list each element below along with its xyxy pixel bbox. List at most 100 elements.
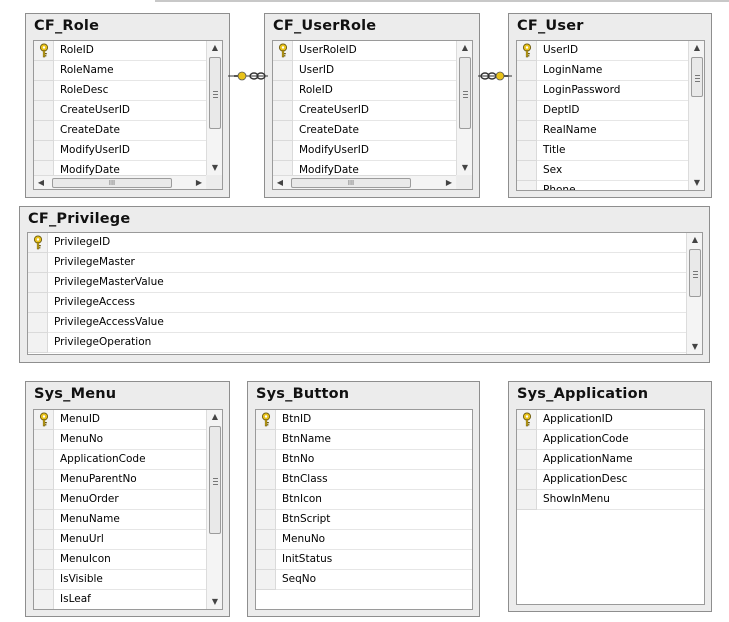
row-selector[interactable] bbox=[517, 121, 537, 141]
scroll-thumb[interactable] bbox=[691, 57, 703, 97]
row-selector[interactable] bbox=[256, 510, 276, 530]
column-row[interactable]: PrivilegeAccess bbox=[28, 293, 686, 313]
row-selector[interactable] bbox=[517, 430, 537, 450]
column-row[interactable]: MenuNo bbox=[256, 530, 472, 550]
column-row[interactable]: MenuParentNo bbox=[34, 470, 206, 490]
row-selector[interactable] bbox=[28, 293, 48, 313]
column-row[interactable]: IsLeaf bbox=[34, 590, 206, 609]
column-row[interactable]: BtnIcon bbox=[256, 490, 472, 510]
column-row[interactable]: BtnScript bbox=[256, 510, 472, 530]
row-selector[interactable] bbox=[256, 430, 276, 450]
scroll-down-icon[interactable]: ▼ bbox=[687, 340, 702, 354]
scroll-down-icon[interactable]: ▼ bbox=[457, 161, 472, 175]
row-selector[interactable] bbox=[256, 410, 276, 430]
scroll-up-icon[interactable]: ▲ bbox=[207, 410, 222, 424]
row-selector[interactable] bbox=[28, 313, 48, 333]
column-row[interactable]: PrivilegeOperation bbox=[28, 333, 686, 353]
column-row[interactable]: ApplicationCode bbox=[517, 430, 704, 450]
row-selector[interactable] bbox=[273, 141, 293, 161]
scroll-left-icon[interactable]: ◀ bbox=[34, 176, 48, 189]
table-cf-user[interactable]: CF_User UserID LoginName LoginPassword Dept… bbox=[508, 13, 712, 198]
scroll-right-icon[interactable]: ▶ bbox=[192, 176, 206, 189]
column-row[interactable]: RoleName bbox=[34, 61, 206, 81]
column-row[interactable]: SeqNo bbox=[256, 570, 472, 590]
row-selector[interactable] bbox=[34, 510, 54, 530]
column-row[interactable]: InitStatus bbox=[256, 550, 472, 570]
row-selector[interactable] bbox=[517, 41, 537, 61]
relationship-userrole-user[interactable] bbox=[478, 66, 512, 86]
column-row[interactable]: IsVisible bbox=[34, 570, 206, 590]
scroll-right-icon[interactable]: ▶ bbox=[442, 176, 456, 189]
column-row[interactable]: Title bbox=[517, 141, 688, 161]
row-selector[interactable] bbox=[256, 450, 276, 470]
row-selector[interactable] bbox=[256, 530, 276, 550]
horizontal-scroll-thumb[interactable]: III bbox=[291, 178, 411, 188]
column-row[interactable]: LoginName bbox=[517, 61, 688, 81]
row-selector[interactable] bbox=[34, 81, 54, 101]
row-selector[interactable] bbox=[517, 141, 537, 161]
column-row[interactable]: MenuIcon bbox=[34, 550, 206, 570]
column-row[interactable]: RoleID bbox=[273, 81, 456, 101]
column-row[interactable]: UserID bbox=[517, 41, 688, 61]
column-row[interactable]: RealName bbox=[517, 121, 688, 141]
row-selector[interactable] bbox=[517, 161, 537, 181]
column-row[interactable]: MenuID bbox=[34, 410, 206, 430]
scroll-thumb[interactable] bbox=[209, 426, 221, 534]
column-row[interactable]: PrivilegeMasterValue bbox=[28, 273, 686, 293]
row-selector[interactable] bbox=[517, 450, 537, 470]
column-row[interactable]: BtnName bbox=[256, 430, 472, 450]
vertical-scrollbar[interactable]: ▲ ▼ bbox=[688, 41, 704, 190]
column-row[interactable]: ModifyUserID bbox=[34, 141, 206, 161]
row-selector[interactable] bbox=[34, 121, 54, 141]
column-row[interactable]: ApplicationDesc bbox=[517, 470, 704, 490]
horizontal-scrollbar[interactable]: ◀ III ▶ bbox=[273, 175, 456, 189]
vertical-scrollbar[interactable]: ▲ ▼ bbox=[686, 233, 702, 354]
scroll-down-icon[interactable]: ▼ bbox=[689, 176, 704, 190]
vertical-scrollbar[interactable]: ▲ ▼ bbox=[206, 41, 222, 175]
row-selector[interactable] bbox=[256, 550, 276, 570]
column-row[interactable]: ShowInMenu bbox=[517, 490, 704, 510]
column-row[interactable]: MenuName bbox=[34, 510, 206, 530]
column-row[interactable]: ApplicationCode bbox=[34, 450, 206, 470]
scroll-down-icon[interactable]: ▼ bbox=[207, 161, 222, 175]
row-selector[interactable] bbox=[28, 253, 48, 273]
row-selector[interactable] bbox=[256, 490, 276, 510]
scroll-thumb[interactable] bbox=[209, 57, 221, 129]
column-row[interactable]: UserID bbox=[273, 61, 456, 81]
row-selector[interactable] bbox=[34, 41, 54, 61]
row-selector[interactable] bbox=[28, 273, 48, 293]
row-selector[interactable] bbox=[34, 450, 54, 470]
row-selector[interactable] bbox=[517, 470, 537, 490]
row-selector[interactable] bbox=[28, 333, 48, 353]
column-row[interactable]: PrivilegeID bbox=[28, 233, 686, 253]
vertical-scrollbar[interactable]: ▲ ▼ bbox=[206, 410, 222, 609]
column-row[interactable]: MenuUrl bbox=[34, 530, 206, 550]
table-sys-menu[interactable]: Sys_Menu MenuID MenuNo ApplicationCode Menu… bbox=[25, 381, 230, 617]
table-sys-application[interactable]: Sys_Application ApplicationID Application… bbox=[508, 381, 712, 612]
row-selector[interactable] bbox=[34, 141, 54, 161]
row-selector[interactable] bbox=[517, 490, 537, 510]
row-selector[interactable] bbox=[273, 81, 293, 101]
scroll-down-icon[interactable]: ▼ bbox=[207, 595, 222, 609]
column-row[interactable]: RoleDesc bbox=[34, 81, 206, 101]
column-row[interactable]: CreateUserID bbox=[273, 101, 456, 121]
row-selector[interactable] bbox=[34, 490, 54, 510]
row-selector[interactable] bbox=[273, 61, 293, 81]
row-selector[interactable] bbox=[517, 410, 537, 430]
table-cf-privilege[interactable]: CF_Privilege PrivilegeID PrivilegeMaster P… bbox=[19, 206, 710, 363]
column-row[interactable]: ModifyUserID bbox=[273, 141, 456, 161]
row-selector[interactable] bbox=[273, 101, 293, 121]
column-row[interactable]: MenuOrder bbox=[34, 490, 206, 510]
scroll-thumb[interactable] bbox=[459, 57, 471, 129]
column-row[interactable]: PrivilegeMaster bbox=[28, 253, 686, 273]
row-selector[interactable] bbox=[34, 101, 54, 121]
row-selector[interactable] bbox=[517, 61, 537, 81]
column-row[interactable]: PrivilegeAccessValue bbox=[28, 313, 686, 333]
row-selector[interactable] bbox=[34, 430, 54, 450]
scroll-up-icon[interactable]: ▲ bbox=[689, 41, 704, 55]
vertical-scrollbar[interactable]: ▲ ▼ bbox=[456, 41, 472, 175]
column-row[interactable]: ApplicationID bbox=[517, 410, 704, 430]
row-selector[interactable] bbox=[34, 570, 54, 590]
row-selector[interactable] bbox=[517, 181, 537, 190]
row-selector[interactable] bbox=[34, 530, 54, 550]
